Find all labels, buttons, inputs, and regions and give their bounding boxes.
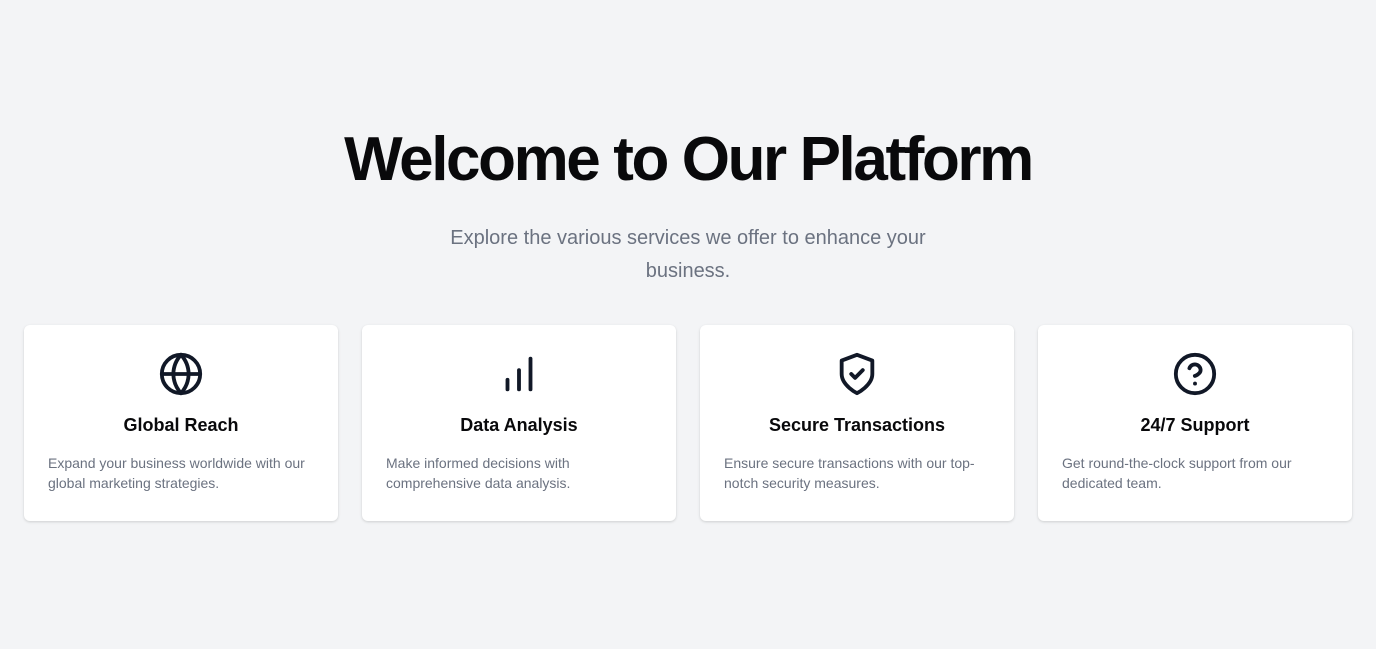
card-title: Data Analysis	[460, 415, 578, 435]
card-title: Global Reach	[123, 415, 239, 435]
card-description: Get round-the-clock support from our ded…	[1062, 455, 1292, 491]
page-subtitle: Explore the various services we offer to…	[450, 227, 926, 282]
card-title: Secure Transactions	[768, 415, 946, 435]
page: Welcome to Our Platform Explore the vari…	[0, 0, 1376, 649]
feature-cards: Global Reach Expand your business worldw…	[24, 325, 1352, 521]
feature-card-secure-transactions: Secure Transactions Ensure secure transa…	[700, 325, 1014, 521]
card-title: 24/7 Support	[1140, 415, 1250, 435]
page-title: Welcome to Our Platform	[344, 125, 1034, 194]
hero-section: Welcome to Our Platform Explore the vari…	[0, 124, 1376, 288]
card-description: Make informed decisions with comprehensi…	[386, 455, 571, 491]
bar-chart-icon	[496, 351, 542, 397]
globe-icon	[158, 351, 204, 397]
card-description: Ensure secure transactions with our top-…	[724, 455, 975, 491]
help-circle-icon	[1172, 351, 1218, 397]
card-description: Expand your business worldwide with our …	[48, 455, 305, 491]
feature-card-global-reach: Global Reach Expand your business worldw…	[24, 325, 338, 521]
feature-card-data-analysis: Data Analysis Make informed decisions wi…	[362, 325, 676, 521]
feature-card-support: 24/7 Support Get round-the-clock support…	[1038, 325, 1352, 521]
shield-check-icon	[834, 351, 880, 397]
